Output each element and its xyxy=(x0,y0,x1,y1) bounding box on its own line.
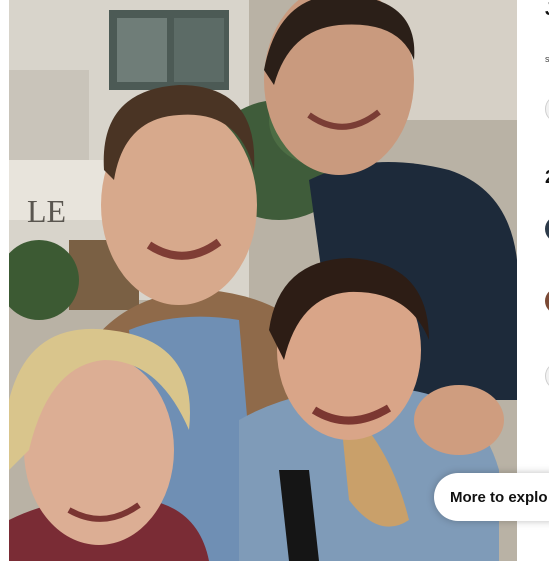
pin-image[interactable]: LE xyxy=(9,0,517,561)
more-to-explore-button[interactable]: More to explo xyxy=(434,473,549,521)
group-photo: LE xyxy=(9,0,517,561)
sidebar-action-button[interactable] xyxy=(545,95,549,123)
pin-closeup-page: LE s More to explo xyxy=(0,0,549,561)
sidebar-subtitle-fragment: s xyxy=(545,54,549,64)
more-to-explore-label: More to explo xyxy=(450,488,548,506)
sidebar-avatar-placeholder[interactable] xyxy=(545,362,549,390)
building-sign-text: LE xyxy=(27,193,66,229)
sidebar-avatar[interactable] xyxy=(545,288,549,314)
sidebar-avatar[interactable] xyxy=(545,216,549,242)
sidebar-count-fragment: 2 xyxy=(545,168,549,186)
sidebar-title-fragment: J xyxy=(545,0,549,18)
